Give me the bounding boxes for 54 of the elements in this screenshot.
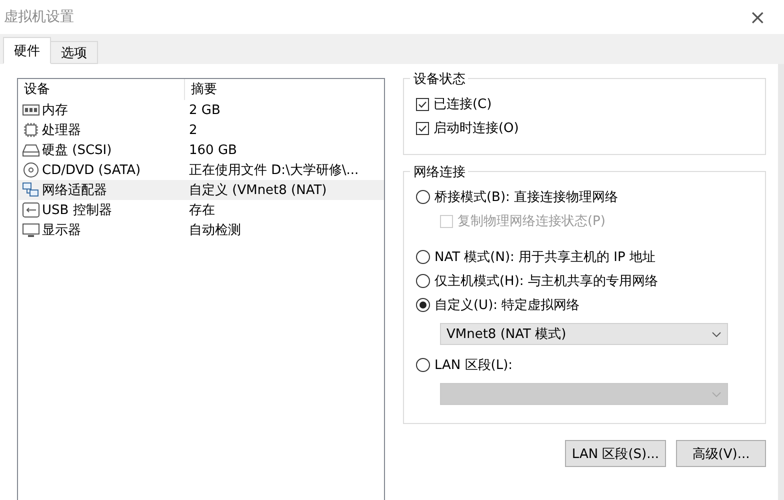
device-name: CD/DVD (SATA) bbox=[42, 162, 141, 178]
checkbox[interactable] bbox=[416, 122, 430, 134]
usb-icon bbox=[22, 202, 40, 218]
radio-button[interactable] bbox=[416, 190, 430, 204]
device-row[interactable]: USB 控制器 存在 bbox=[18, 200, 384, 220]
column-header[interactable]: 摘要 bbox=[185, 79, 217, 100]
device-summary: 2 GB bbox=[189, 102, 220, 118]
device-row[interactable]: 网络适配器 自定义 (VMnet8 (NAT) bbox=[18, 180, 384, 200]
window-title: 虚拟机设置 bbox=[4, 8, 74, 26]
memory-icon bbox=[22, 102, 40, 118]
radio-label[interactable]: NAT 模式(N): 用于共享主机的 IP 地址 bbox=[434, 248, 656, 266]
device-name: 网络适配器 bbox=[42, 182, 107, 199]
group-title: 网络连接 bbox=[410, 163, 468, 181]
checkbox-label[interactable]: 启动时连接(O) bbox=[433, 119, 519, 137]
device-row[interactable]: 显示器 自动检测 bbox=[18, 220, 384, 240]
device-row[interactable]: 硬盘 (SCSI) 160 GB bbox=[18, 140, 384, 160]
device-summary: 正在使用文件 D:\大学研修\... bbox=[189, 162, 359, 179]
chevron-down-icon bbox=[712, 332, 722, 336]
monitor-icon bbox=[22, 222, 40, 238]
radio-label[interactable]: LAN 区段(L): bbox=[434, 356, 513, 374]
device-name: 硬盘 (SCSI) bbox=[42, 142, 112, 159]
checkbox[interactable] bbox=[416, 98, 430, 110]
device-row[interactable]: 内存 2 GB bbox=[18, 100, 384, 120]
radio-label[interactable]: 仅主机模式(H): 与主机共享的专用网络 bbox=[434, 272, 658, 290]
disc-icon bbox=[22, 162, 40, 178]
chevron-down-icon bbox=[712, 392, 722, 396]
close-button[interactable]: × bbox=[739, 5, 776, 29]
device-name: 处理器 bbox=[42, 122, 81, 139]
tab[interactable]: 选项 bbox=[50, 41, 98, 64]
radio-label[interactable]: 桥接模式(B): 直接连接物理网络 bbox=[434, 188, 618, 206]
device-name: 显示器 bbox=[42, 222, 81, 239]
device-row[interactable]: 处理器 2 bbox=[18, 120, 384, 140]
radio-button[interactable] bbox=[416, 250, 430, 264]
device-summary: 2 bbox=[189, 122, 198, 138]
device-name: USB 控制器 bbox=[42, 202, 112, 219]
column-header[interactable]: 设备 bbox=[18, 79, 185, 100]
chip-icon bbox=[22, 122, 40, 138]
radio-button[interactable] bbox=[416, 274, 430, 288]
radio-label[interactable]: 自定义(U): 特定虚拟网络 bbox=[434, 296, 580, 314]
device-summary: 160 GB bbox=[189, 142, 237, 158]
dialog-button[interactable]: 高级(V)... bbox=[676, 440, 766, 467]
tab[interactable]: 硬件 bbox=[3, 37, 51, 64]
radio-button[interactable] bbox=[416, 358, 430, 372]
dialog-button[interactable]: LAN 区段(S)... bbox=[564, 440, 666, 467]
group-title: 设备状态 bbox=[410, 70, 468, 88]
network-icon bbox=[22, 182, 40, 198]
dropdown[interactable]: VMnet8 (NAT 模式) bbox=[440, 323, 728, 345]
device-summary: 自动检测 bbox=[189, 222, 241, 239]
device-summary: 存在 bbox=[189, 202, 215, 219]
radio-button[interactable] bbox=[416, 298, 430, 312]
device-summary: 自定义 (VMnet8 (NAT) bbox=[189, 182, 327, 199]
checkbox-label[interactable]: 已连接(C) bbox=[433, 95, 492, 113]
device-name: 内存 bbox=[42, 102, 68, 119]
device-row[interactable]: CD/DVD (SATA) 正在使用文件 D:\大学研修\... bbox=[18, 160, 384, 180]
